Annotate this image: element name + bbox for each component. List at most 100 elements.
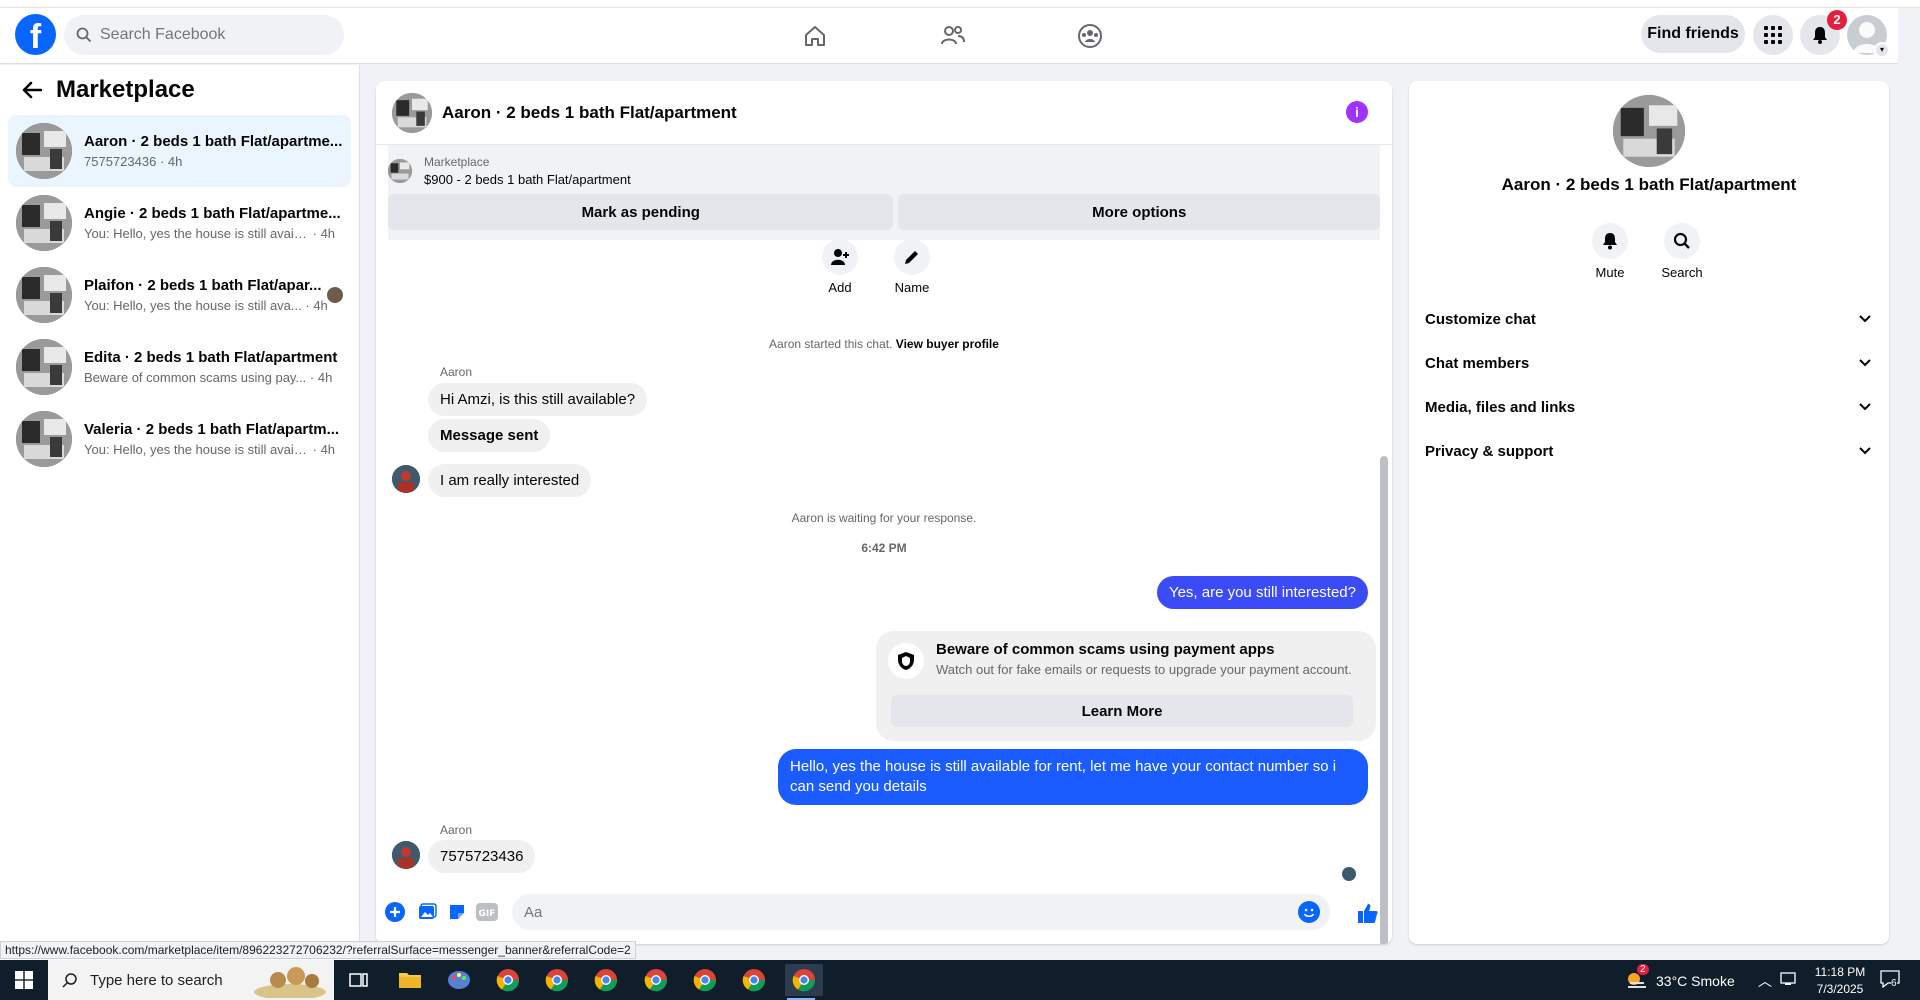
network-icon[interactable] bbox=[1780, 970, 1800, 991]
message-bubble[interactable]: 7575723436 bbox=[428, 840, 536, 873]
chrome-icon[interactable] bbox=[640, 964, 672, 996]
message-bubble[interactable]: Hi Amzi, is this still available? bbox=[428, 383, 648, 416]
conversation-preview: You: Hello, yes the house is still avail… bbox=[84, 442, 309, 457]
windows-start-icon[interactable] bbox=[0, 960, 48, 1000]
banner-label: Marketplace bbox=[424, 155, 490, 169]
message-input-box[interactable] bbox=[512, 894, 1330, 930]
chat-members-section[interactable]: Chat members bbox=[1425, 345, 1875, 381]
back-arrow-icon[interactable] bbox=[20, 78, 44, 102]
thumbs-up-icon[interactable] bbox=[1356, 901, 1380, 925]
search-bar[interactable] bbox=[64, 15, 344, 55]
task-view-icon[interactable] bbox=[343, 964, 375, 996]
conversation-time: · 4h bbox=[312, 226, 336, 241]
chat-listing-thumbnail[interactable] bbox=[392, 92, 432, 133]
conversation-name: Aaron · 2 beds 1 bath Flat/apartme... bbox=[84, 133, 343, 150]
weather-text[interactable]: 33°C Smoke bbox=[1656, 973, 1735, 989]
gif-icon[interactable]: GIF bbox=[476, 901, 498, 923]
notification-count-badge: 2 bbox=[1827, 10, 1847, 30]
plus-icon[interactable] bbox=[384, 901, 406, 923]
seen-avatar bbox=[327, 287, 343, 303]
conversation-preview: Beware of common scams using pay... bbox=[84, 370, 307, 385]
chrome-active-icon[interactable] bbox=[785, 964, 823, 1000]
chevron-down-icon[interactable]: ▾ bbox=[1874, 42, 1890, 58]
edit-name-icon[interactable] bbox=[894, 239, 930, 275]
conversation-item-aaron[interactable]: Aaron · 2 beds 1 bath Flat/apartme... 75… bbox=[8, 115, 351, 187]
marketplace-banner: Marketplace $900 - 2 beds 1 bath Flat/ap… bbox=[388, 145, 1380, 240]
conversation-item-valeria[interactable]: Valeria · 2 beds 1 bath Flat/apartm... Y… bbox=[8, 403, 351, 475]
conversation-time: · 4h bbox=[312, 442, 336, 457]
listing-thumbnail bbox=[16, 123, 72, 179]
chrome-icon[interactable] bbox=[689, 964, 721, 996]
scam-title: Beware of common scams using payment app… bbox=[936, 641, 1275, 658]
conversation-preview: You: Hello, yes the house is still ava..… bbox=[84, 298, 302, 313]
search-conversation-icon[interactable] bbox=[1664, 223, 1700, 259]
groups-icon[interactable] bbox=[1074, 20, 1106, 52]
customize-chat-section[interactable]: Customize chat bbox=[1425, 301, 1875, 337]
listing-price[interactable]: $900 - 2 beds 1 bath Flat/apartment bbox=[424, 172, 631, 187]
message-input[interactable] bbox=[524, 903, 1284, 921]
view-buyer-profile-link[interactable]: View buyer profile bbox=[896, 337, 999, 351]
photo-icon[interactable] bbox=[416, 901, 438, 923]
chrome-icon[interactable] bbox=[738, 964, 770, 996]
windows-taskbar: Type here to search 2 33°C Smoke ︿ 11:18… bbox=[0, 960, 1920, 1000]
add-person-icon[interactable] bbox=[822, 239, 858, 275]
details-listing-thumbnail bbox=[1613, 95, 1685, 167]
menu-grid-icon[interactable] bbox=[1753, 15, 1793, 55]
chat-window: Aaron · 2 beds 1 bath Flat/apartment i M… bbox=[376, 81, 1392, 944]
conversation-preview: You: Hello, yes the house is still avail… bbox=[84, 226, 309, 241]
paint-icon[interactable] bbox=[443, 964, 475, 996]
conversation-name: Plaifon · 2 beds 1 bath Flat/apar... bbox=[84, 277, 322, 294]
emoji-icon[interactable] bbox=[1298, 901, 1320, 923]
chrome-icon[interactable] bbox=[492, 964, 524, 996]
action-center-count: 6 bbox=[1891, 978, 1897, 989]
chevron-up-icon[interactable]: ︿ bbox=[1758, 971, 1772, 991]
conversation-item-angie[interactable]: Angie · 2 beds 1 bath Flat/apartme... Yo… bbox=[8, 187, 351, 259]
conversation-item-plaifon[interactable]: Plaifon · 2 beds 1 bath Flat/apar... You… bbox=[8, 259, 351, 331]
media-files-links-section[interactable]: Media, files and links bbox=[1425, 389, 1875, 425]
clock-time[interactable]: 11:18 PM bbox=[1810, 965, 1870, 979]
friends-icon[interactable] bbox=[937, 20, 969, 52]
chat-started-notice: Aaron started this chat. View buyer prof… bbox=[769, 337, 999, 351]
my-message-bubble[interactable]: Yes, are you still interested? bbox=[1156, 576, 1368, 609]
search-input[interactable] bbox=[100, 26, 320, 44]
sender-avatar[interactable] bbox=[392, 465, 420, 493]
mark-as-pending-button[interactable]: Mark as pending bbox=[388, 194, 894, 230]
scam-warning-card: Beware of common scams using payment app… bbox=[876, 631, 1376, 741]
learn-more-button[interactable]: Learn More bbox=[891, 695, 1353, 727]
conversation-item-edita[interactable]: Edita · 2 beds 1 bath Flat/apartment Bew… bbox=[8, 331, 351, 403]
info-icon[interactable]: i bbox=[1346, 101, 1368, 123]
action-center-icon[interactable] bbox=[1880, 970, 1900, 991]
page-title: Marketplace bbox=[56, 76, 195, 103]
mute-bell-icon[interactable] bbox=[1592, 223, 1628, 259]
chat-title[interactable]: Aaron · 2 beds 1 bath Flat/apartment bbox=[442, 103, 737, 123]
privacy-support-section[interactable]: Privacy & support bbox=[1425, 433, 1875, 469]
facebook-logo-icon[interactable]: f bbox=[15, 14, 56, 55]
home-icon[interactable] bbox=[799, 20, 831, 52]
sticker-icon[interactable] bbox=[446, 901, 468, 923]
my-message-bubble[interactable]: Hello, yes the house is still available … bbox=[778, 749, 1368, 805]
search-highlight-icon bbox=[254, 967, 326, 998]
chevron-down-icon bbox=[1855, 309, 1875, 329]
banner-thumbnail bbox=[388, 159, 412, 183]
chevron-down-icon bbox=[1855, 397, 1875, 417]
taskbar-search-placeholder: Type here to search bbox=[90, 971, 223, 989]
taskbar-search-box[interactable]: Type here to search bbox=[48, 960, 334, 1000]
sender-avatar[interactable] bbox=[392, 841, 420, 869]
page-scrollbar[interactable] bbox=[1898, 8, 1920, 960]
message-bubble[interactable]: I am really interested bbox=[428, 464, 592, 497]
status-url-tooltip: https://www.facebook.com/marketplace/ite… bbox=[0, 941, 636, 959]
chrome-icon[interactable] bbox=[541, 964, 573, 996]
message-thread: Add Name Aaron started this chat. View b… bbox=[376, 239, 1392, 881]
clock-date[interactable]: 7/3/2025 bbox=[1810, 982, 1870, 996]
file-explorer-icon[interactable] bbox=[394, 964, 426, 996]
sender-name: Aaron bbox=[440, 823, 473, 837]
more-options-button[interactable]: More options bbox=[898, 194, 1380, 230]
search-icon bbox=[76, 27, 92, 43]
message-bubble[interactable]: Message sent bbox=[428, 419, 551, 452]
chrome-icon[interactable] bbox=[590, 964, 622, 996]
find-friends-button[interactable]: Find friends bbox=[1641, 15, 1745, 53]
chat-scrollbar[interactable] bbox=[1380, 281, 1388, 944]
conversation-preview: 7575723436 bbox=[84, 154, 157, 169]
scrollbar-thumb[interactable] bbox=[1380, 456, 1388, 944]
browser-top-strip bbox=[0, 0, 1920, 8]
